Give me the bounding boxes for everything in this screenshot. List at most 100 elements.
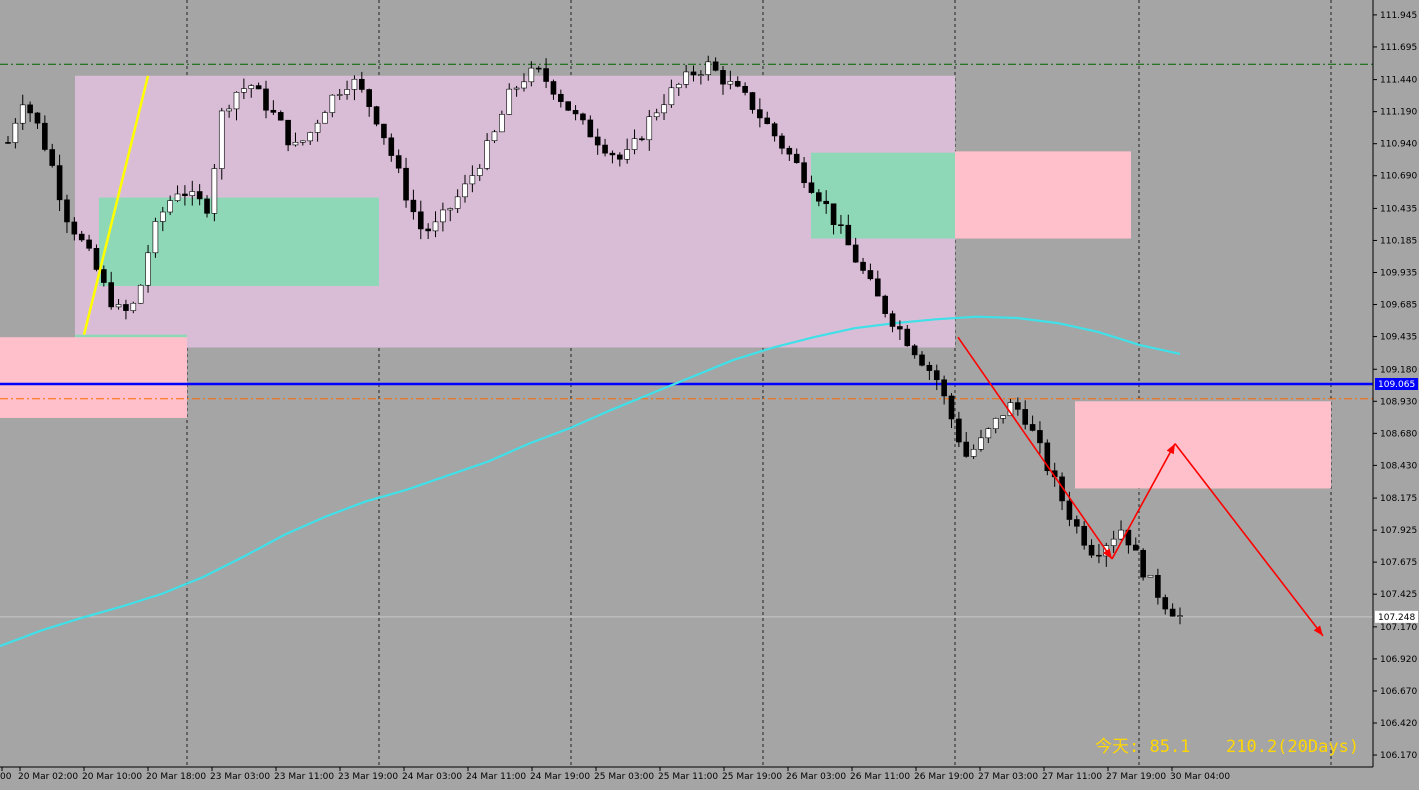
candle-body <box>904 328 911 347</box>
candle-body <box>845 224 852 246</box>
support-price-box: 109.065 <box>1375 378 1418 390</box>
candle-body <box>1074 519 1080 527</box>
y-tick-label: 106.670 <box>1380 687 1417 697</box>
candle-body <box>823 200 829 205</box>
candle-body <box>771 123 778 137</box>
candle-body <box>307 132 314 142</box>
candle-body <box>1000 415 1006 419</box>
candle-body <box>469 175 476 185</box>
y-tick-label: 109.180 <box>1380 365 1417 375</box>
candle-body <box>720 70 726 85</box>
x-tick-label: 26 Mar 19:00 <box>914 772 974 782</box>
candle-body <box>882 295 888 314</box>
price-chart[interactable]: 今天: 85.1 210.2(20Days) 111.945 111.695 111… <box>0 0 1419 790</box>
candle-body <box>1096 554 1102 557</box>
candle-body <box>985 428 992 439</box>
candle-body <box>218 110 225 169</box>
y-tick-label: 107.675 <box>1380 558 1417 568</box>
candle-body <box>653 112 660 118</box>
candle-body <box>491 131 498 142</box>
candle-body <box>1162 597 1169 610</box>
y-tick-label: 110.690 <box>1380 172 1417 182</box>
candle-body <box>860 261 866 271</box>
twenty-day-range-text: 210.2(20Days) <box>1226 737 1359 757</box>
y-tick-label: 108.175 <box>1380 494 1417 504</box>
y-tick-label: 111.440 <box>1380 76 1417 86</box>
candle-body <box>734 81 741 87</box>
candle-body <box>277 112 284 121</box>
candle-body <box>543 68 549 82</box>
candle-body <box>159 211 166 222</box>
candle-body <box>86 239 92 249</box>
zone-pink <box>955 151 1131 239</box>
candle-body <box>241 88 247 93</box>
candle-body <box>359 78 365 90</box>
y-tick-label: 110.435 <box>1380 204 1417 214</box>
candle-body <box>182 193 188 196</box>
y-tick-label: 110.185 <box>1380 236 1417 246</box>
candle-body <box>742 85 748 93</box>
candle-body <box>911 345 918 356</box>
candle-body <box>852 244 859 263</box>
candle-body <box>1015 402 1021 410</box>
candle-body <box>42 122 48 150</box>
candle-body <box>558 93 564 102</box>
candle-body <box>631 138 638 150</box>
candle-body <box>1037 430 1043 444</box>
x-tick-label: 24 Mar 11:00 <box>466 772 526 782</box>
candle-body <box>101 269 107 283</box>
candle-body <box>93 248 100 270</box>
candle-body <box>683 71 689 85</box>
candle-body <box>867 270 874 280</box>
candle-body <box>609 152 616 156</box>
y-tick-label: 106.920 <box>1380 655 1417 665</box>
candle-body <box>248 85 255 89</box>
zone-pink <box>1075 401 1331 489</box>
candle-body <box>351 78 358 90</box>
candle-body <box>130 302 137 311</box>
candle-body <box>779 135 785 149</box>
candle-body <box>801 162 807 184</box>
candle-body <box>174 193 181 201</box>
candle-body <box>71 221 78 235</box>
candle-body <box>189 191 196 196</box>
candle-body <box>12 122 19 143</box>
candle-body <box>454 196 461 209</box>
candle-body <box>1022 409 1029 425</box>
y-tick-label: 108.930 <box>1380 397 1417 407</box>
x-tick-label: 27 Mar 03:00 <box>978 772 1038 782</box>
candle-body <box>292 141 299 146</box>
y-tick-label: 111.945 <box>1380 11 1417 21</box>
zone-pink <box>0 337 187 418</box>
candle-body <box>137 284 144 304</box>
candle-body <box>978 437 984 450</box>
candle-body <box>152 221 159 254</box>
candle-body <box>535 67 542 70</box>
candle-body <box>602 144 608 154</box>
candle-body <box>5 142 11 144</box>
candle-body <box>992 418 999 430</box>
y-tick-label: 107.925 <box>1380 526 1417 536</box>
x-tick-label: 26 Mar 11:00 <box>850 772 910 782</box>
candle-body <box>167 200 173 213</box>
candle-body <box>550 81 557 95</box>
candle-body <box>705 61 712 75</box>
candle-body <box>1029 424 1036 431</box>
candle-body <box>587 119 594 138</box>
candle-body <box>624 149 630 160</box>
candle-body <box>285 119 291 146</box>
candle-body <box>749 92 756 110</box>
candle-body <box>499 114 505 133</box>
candle-body <box>757 109 763 119</box>
candle-body <box>1081 525 1087 546</box>
candle-body <box>19 104 26 124</box>
current-price-box: 107.248 <box>1375 610 1418 623</box>
candle-body <box>1140 549 1146 578</box>
candle-body <box>919 354 925 366</box>
candle-body <box>712 61 719 71</box>
candle-body <box>440 209 446 223</box>
candle-body <box>255 85 262 90</box>
x-tick-label: 26 Mar 03:00 <box>786 772 846 782</box>
candle-body <box>211 168 218 214</box>
x-tick-label: 27 Mar 11:00 <box>1042 772 1102 782</box>
